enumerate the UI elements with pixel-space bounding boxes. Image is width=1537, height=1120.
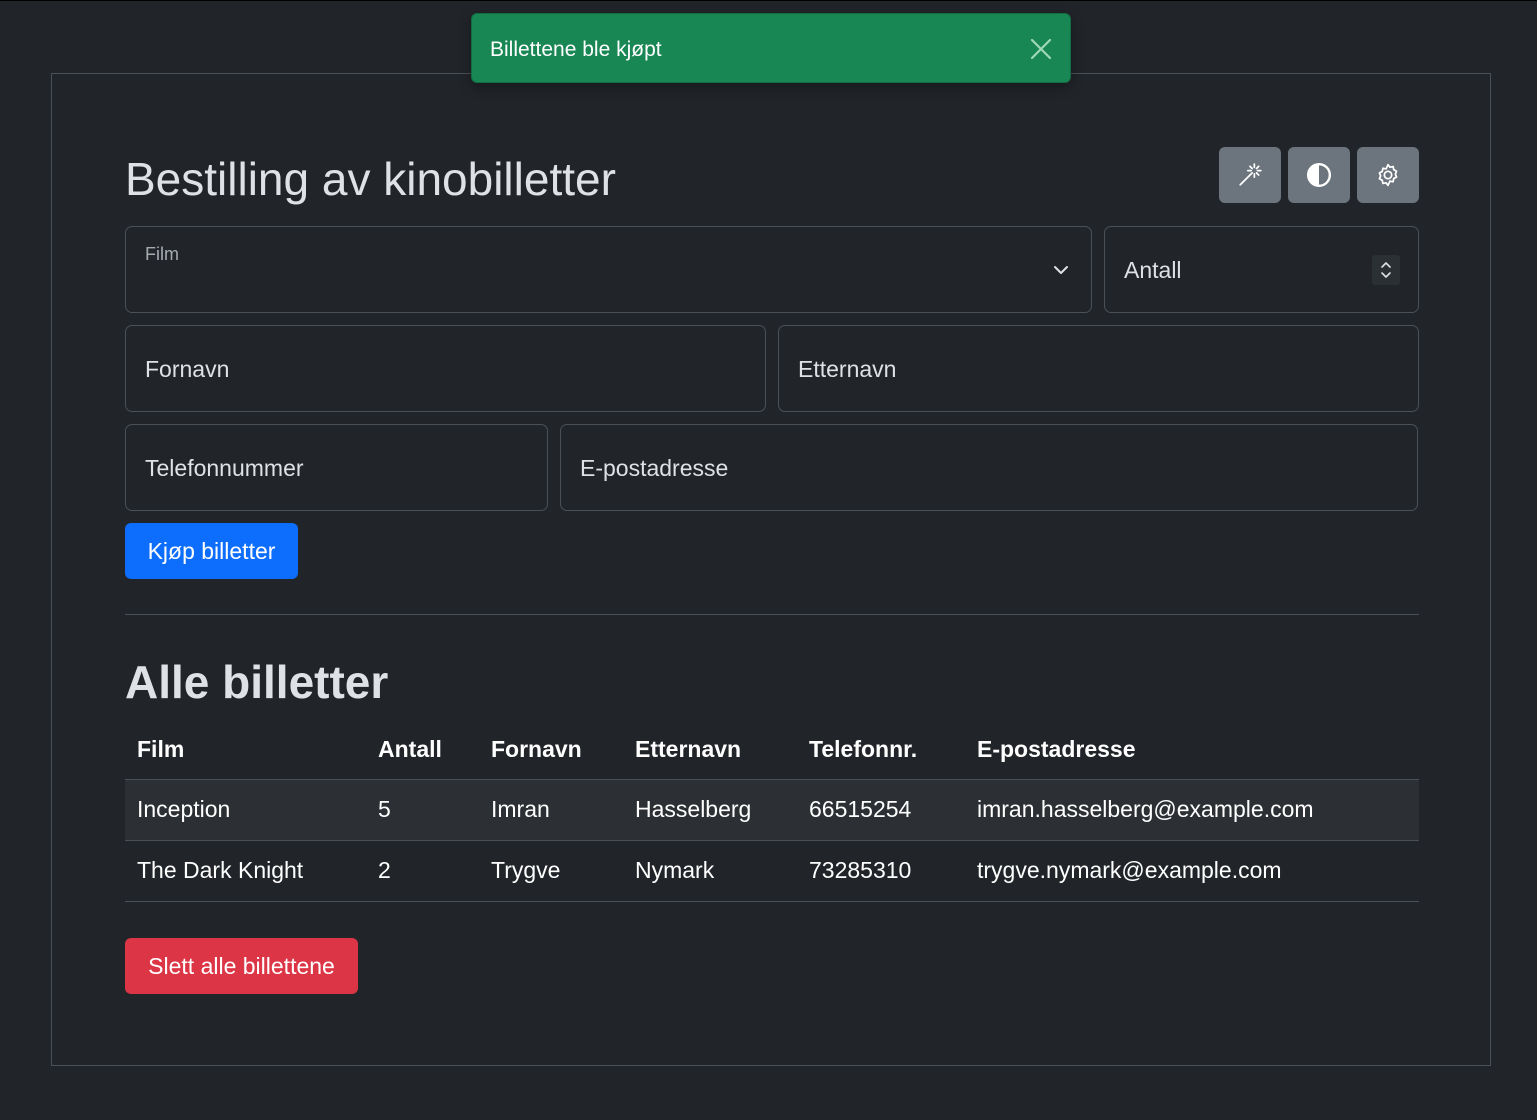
header-row: Bestilling av kinobilletter	[125, 147, 1419, 205]
settings-button[interactable]	[1357, 147, 1419, 203]
number-stepper[interactable]	[1372, 255, 1400, 285]
window-top-border	[0, 0, 1537, 1]
column-header-antall: Antall	[366, 720, 479, 780]
table-row: Inception 5 Imran Hasselberg 66515254 im…	[125, 779, 1419, 841]
column-header-fornavn: Fornavn	[479, 720, 623, 780]
film-label: Film	[145, 244, 179, 264]
cell-etternavn: Hasselberg	[623, 779, 797, 841]
contrast-icon	[1306, 162, 1332, 188]
page-title: Bestilling av kinobilletter	[125, 153, 616, 205]
column-header-film: Film	[125, 720, 366, 780]
delete-all-button[interactable]: Slett alle billettene	[125, 938, 358, 994]
etternavn-placeholder: Etternavn	[798, 356, 897, 382]
stepper-arrows-icon	[1381, 262, 1391, 278]
gear-icon	[1378, 163, 1398, 187]
main-container: Bestilling av kinobilletter Film Antall …	[51, 73, 1491, 1066]
antall-input[interactable]: Antall	[1104, 226, 1419, 313]
cell-telefonnr: 66515254	[797, 779, 965, 841]
cell-fornavn: Imran	[479, 779, 623, 841]
telefon-placeholder: Telefonnummer	[145, 455, 304, 481]
divider	[125, 614, 1419, 615]
autofill-button[interactable]	[1219, 147, 1281, 203]
table-row: The Dark Knight 2 Trygve Nymark 73285310…	[125, 840, 1419, 902]
cell-antall: 5	[366, 779, 479, 841]
column-header-epost: E-postadresse	[965, 720, 1419, 780]
cell-antall: 2	[366, 840, 479, 902]
success-toast: Billettene ble kjøpt	[471, 13, 1071, 83]
tickets-table: Film Antall Fornavn Etternavn Telefonnr.…	[125, 720, 1419, 902]
chevron-down-icon	[1054, 266, 1068, 274]
epost-input[interactable]: E-postadresse	[560, 424, 1418, 511]
toast-message: Billettene ble kjøpt	[490, 38, 662, 61]
cell-film: The Dark Knight	[125, 840, 366, 902]
antall-placeholder: Antall	[1124, 257, 1182, 283]
magic-wand-icon	[1239, 163, 1262, 186]
column-header-etternavn: Etternavn	[623, 720, 797, 780]
theme-toggle-button[interactable]	[1288, 147, 1350, 203]
table-header-row: Film Antall Fornavn Etternavn Telefonnr.…	[125, 720, 1419, 780]
close-icon[interactable]	[1028, 36, 1054, 62]
cell-telefonnr: 73285310	[797, 840, 965, 902]
tickets-title: Alle billetter	[125, 656, 389, 708]
fornavn-input[interactable]: Fornavn	[125, 325, 766, 412]
cell-epost: trygve.nymark@example.com	[965, 840, 1419, 902]
buy-tickets-button[interactable]: Kjøp billetter	[125, 523, 298, 579]
film-select[interactable]: Film	[125, 226, 1092, 313]
cell-film: Inception	[125, 779, 366, 841]
cell-etternavn: Nymark	[623, 840, 797, 902]
fornavn-placeholder: Fornavn	[145, 356, 230, 382]
cell-fornavn: Trygve	[479, 840, 623, 902]
column-header-telefonnr: Telefonnr.	[797, 720, 965, 780]
telefon-input[interactable]: Telefonnummer	[125, 424, 548, 511]
epost-placeholder: E-postadresse	[580, 455, 729, 481]
cell-epost: imran.hasselberg@example.com	[965, 779, 1419, 841]
etternavn-input[interactable]: Etternavn	[778, 325, 1419, 412]
